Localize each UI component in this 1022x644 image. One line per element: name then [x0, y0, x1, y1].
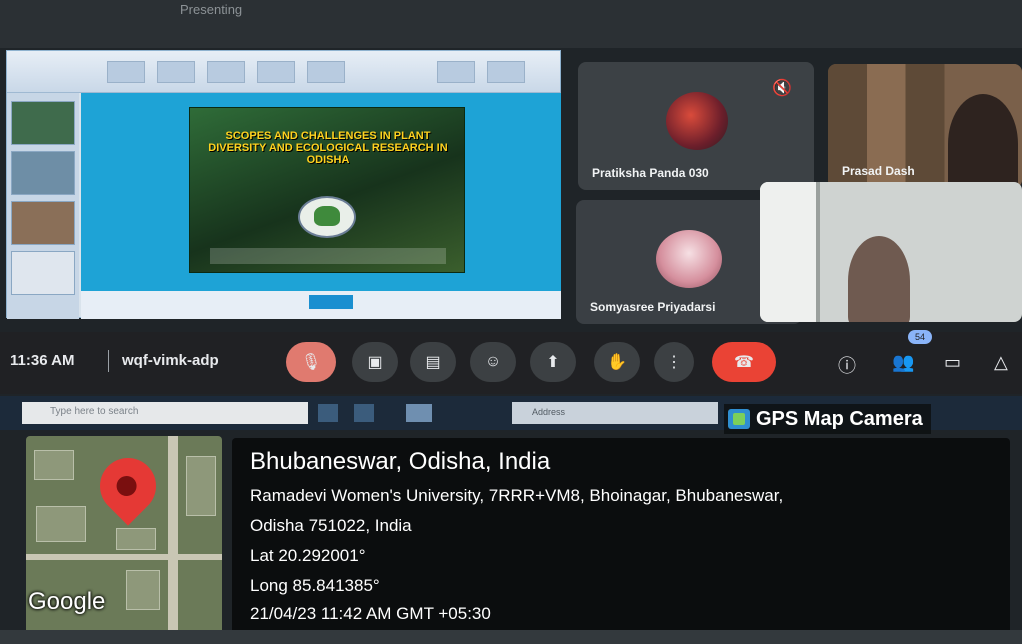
- participant-tile[interactable]: 🔇 Pratiksha Panda 030: [578, 62, 814, 190]
- slide-canvas: SCOPES AND CHALLENGES IN PLANT DIVERSITY…: [81, 93, 561, 319]
- location-title: Bhubaneswar, Odisha, India: [250, 448, 551, 475]
- monitor-top-area: Presenting: [0, 0, 1022, 48]
- longitude: Long 85.841385°: [250, 576, 380, 595]
- location-map-thumbnail: Google: [26, 436, 222, 634]
- monitor-bottom-edge: [0, 630, 1022, 644]
- ribbon-button[interactable]: [207, 61, 245, 83]
- presentation-status-bar: [81, 291, 561, 319]
- map-block: [34, 450, 74, 480]
- map-road: [26, 554, 222, 560]
- slide-thumbnail[interactable]: [11, 251, 75, 295]
- meeting-time: 11:36 AM: [10, 352, 75, 369]
- address-toolbar[interactable]: Address: [512, 402, 718, 424]
- participant-name: Prasad Dash: [842, 164, 915, 178]
- slide-thumbnails-panel: [7, 93, 79, 319]
- ribbon-button[interactable]: [257, 61, 295, 83]
- map-attribution: Google: [28, 588, 106, 615]
- captions-icon: ▤: [425, 354, 441, 371]
- mic-off-icon: 🔇: [772, 80, 792, 97]
- activities-icon[interactable]: △: [994, 352, 1008, 373]
- map-block: [126, 570, 160, 610]
- avatar: [656, 230, 722, 288]
- slide-thumbnail[interactable]: [11, 151, 75, 195]
- gps-info-panel: Bhubaneswar, Odisha, India Ramadevi Wome…: [232, 438, 1010, 636]
- ribbon-button[interactable]: [487, 61, 525, 83]
- address-line: Odisha 751022, India: [250, 516, 412, 535]
- location-pin-icon: [88, 446, 168, 526]
- participant-video: [848, 236, 910, 322]
- current-slide: SCOPES AND CHALLENGES IN PLANT DIVERSITY…: [189, 107, 465, 273]
- slide-title: SCOPES AND CHALLENGES IN PLANT DIVERSITY…: [208, 130, 448, 166]
- ribbon-button[interactable]: [107, 61, 145, 83]
- university-logo: [298, 196, 356, 238]
- participant-video: [948, 94, 1018, 188]
- presentation-ribbon: [7, 51, 560, 93]
- ribbon-button[interactable]: [157, 61, 195, 83]
- avatar: [666, 92, 728, 150]
- hand-icon: ✋: [607, 354, 627, 371]
- gps-camera-logo-icon: [728, 409, 750, 429]
- photo-of-monitor: Presenting SCOPES AND CHALLENGES IN PLAN…: [0, 0, 1022, 644]
- mic-toggle-button[interactable]: 🎙: [286, 342, 336, 382]
- more-options-button[interactable]: ⋮: [654, 342, 694, 382]
- mic-off-icon: 🎙: [300, 354, 322, 371]
- more-vertical-icon: ⋮: [666, 354, 682, 371]
- app-icon[interactable]: [406, 404, 432, 422]
- leave-call-button[interactable]: ☎: [712, 342, 776, 382]
- search-placeholder: Type here to search: [50, 406, 139, 417]
- presenting-label: Presenting: [180, 2, 243, 17]
- ribbon-button[interactable]: [307, 61, 345, 83]
- people-icon[interactable]: 👥: [892, 352, 914, 373]
- map-road: [168, 436, 178, 634]
- taskbar-search-input[interactable]: Type here to search: [22, 402, 308, 424]
- ribbon-button[interactable]: [437, 61, 475, 83]
- address-line: Ramadevi Women's University, 7RRR+VM8, B…: [250, 486, 784, 505]
- divider: [108, 350, 109, 372]
- participant-tile[interactable]: Prasad Dash: [828, 64, 1022, 188]
- gps-camera-brand: GPS Map Camera: [724, 404, 931, 434]
- address-label: Address: [532, 407, 566, 417]
- shared-presentation-window[interactable]: SCOPES AND CHALLENGES IN PLANT DIVERSITY…: [6, 50, 561, 319]
- status-button[interactable]: [309, 295, 353, 309]
- participant-count-badge: 54: [908, 330, 932, 344]
- present-button[interactable]: ⬆: [530, 342, 576, 382]
- timestamp: 21/04/23 11:42 AM GMT +05:30: [250, 604, 491, 623]
- map-block: [116, 528, 156, 550]
- camera-toggle-button[interactable]: ▣: [352, 342, 398, 382]
- slide-author-line: [210, 248, 446, 264]
- raise-hand-button[interactable]: ✋: [594, 342, 640, 382]
- map-block: [36, 506, 86, 542]
- map-block: [186, 456, 216, 516]
- gps-brand-text: GPS Map Camera: [756, 407, 923, 430]
- participant-tile[interactable]: [760, 182, 1022, 322]
- latitude: Lat 20.292001°: [250, 546, 366, 565]
- hang-up-icon: ☎: [734, 354, 754, 371]
- video-background: [760, 182, 820, 322]
- slide-thumbnail[interactable]: [11, 201, 75, 245]
- camera-icon: ▣: [367, 354, 383, 371]
- task-view-icon[interactable]: [354, 404, 374, 422]
- emoji-button[interactable]: ☺: [470, 342, 516, 382]
- captions-button[interactable]: ▤: [410, 342, 456, 382]
- meeting-control-bar: 11:36 AM wqf-vimk-adp 🎙 ▣ ▤ ☺ ⬆ ✋ ⋮ ☎ ⓘ …: [0, 330, 1022, 394]
- present-icon: ⬆: [546, 354, 560, 371]
- participant-name: Pratiksha Panda 030: [592, 166, 709, 180]
- participant-name: Somyasree Priyadarsi: [590, 300, 716, 314]
- meeting-info-icon[interactable]: ⓘ: [838, 352, 856, 378]
- chat-icon[interactable]: ▭: [944, 352, 961, 373]
- meeting-code: wqf-vimk-adp: [122, 352, 219, 369]
- emoji-icon: ☺: [484, 353, 502, 370]
- slide-thumbnail[interactable]: [11, 101, 75, 145]
- cortana-icon[interactable]: [318, 404, 338, 422]
